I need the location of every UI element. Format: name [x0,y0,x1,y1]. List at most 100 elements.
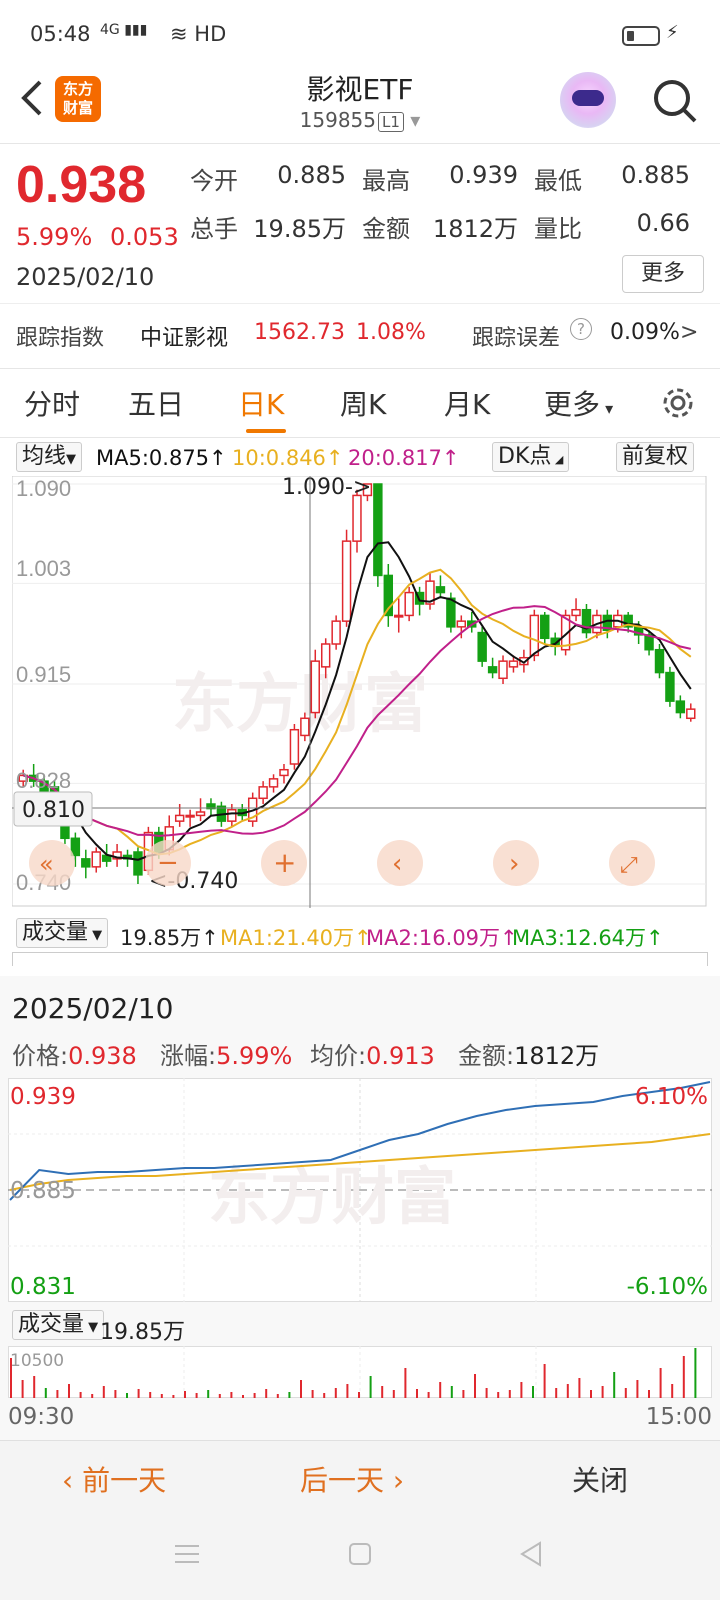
volume-bar [253,1393,256,1398]
status-bar: 05:48 4G ▮▮▮ ≋ HD ⚡ [0,0,720,60]
volume-bar [334,1388,337,1398]
search-icon[interactable] [652,78,698,124]
ratio-value: 0.66 [636,209,690,237]
volume-bar [184,1391,186,1398]
volume-bar [44,1388,47,1398]
volume-bar [230,1392,233,1398]
minus-icon: − [157,848,179,878]
day-detail-panel: 2025/02/10 价格:0.938 涨幅:5.99% 均价:0.913 金额… [0,976,720,1440]
tab-five-day[interactable]: 五日 [128,383,184,423]
more-button[interactable]: 更多 [622,255,704,293]
adjust-select[interactable]: 前复权 [616,442,695,472]
tab-daily-k[interactable]: 日K [238,383,284,423]
tracking-index-value: 1562.73 [254,320,345,345]
gear-icon[interactable] [660,385,696,421]
close-button[interactable]: 关闭 [572,1459,628,1499]
crosshair-label: 0.810 [22,798,85,823]
detail-price: 价格:0.938 [12,1042,137,1070]
intra-bot-right: -6.10% [627,1274,708,1300]
help-icon[interactable]: ? [570,318,592,340]
candle-body [289,728,300,765]
volume-select[interactable]: 成交量 ▼ [16,918,109,948]
volume-bar [392,1390,395,1398]
volume-bar [195,1393,198,1398]
candle-body [487,666,498,674]
volume-bar [381,1386,384,1398]
volume-bar [601,1386,604,1398]
volume-bar [114,1390,117,1398]
app-header: 东方 财富 影视ETF 159855 L1 ▾ [0,60,720,144]
vol-ma1: MA1:21.40万↑ [220,926,372,950]
candle-body [352,494,362,542]
tab-monthly-k[interactable]: 月K [444,383,490,423]
volume-bar [288,1392,291,1398]
active-tab-indicator [246,429,286,433]
watermark: 东方财富 [208,1160,456,1233]
tab-weekly-k[interactable]: 周K [340,383,386,423]
volume-bar [485,1388,488,1398]
candle-body [571,608,581,617]
volume-bar [242,1395,244,1398]
menu-icon[interactable] [172,1539,202,1569]
open-label: 今开 [190,167,238,195]
candle-body [373,483,383,577]
volume-bar [682,1356,685,1398]
tab-intraday[interactable]: 分时 [24,383,80,423]
amount-label: 金额 [362,215,410,243]
volume-bar [68,1384,70,1398]
status-time: 05:48 [30,22,91,46]
volume-bar [416,1389,418,1398]
volume-value-label: 19.85万↑ [120,926,219,950]
home-icon[interactable] [345,1539,375,1569]
candle-body [665,671,675,702]
tracking-row[interactable]: 跟踪指数 中证影视 1562.73 1.08% 跟踪误差 ? 0.09% > [0,303,720,359]
volume-bar [207,1390,210,1398]
volume-bar [590,1390,592,1398]
volume-bar [462,1390,465,1398]
intra-volume-select[interactable]: 成交量 ▼ [12,1310,105,1340]
volume-bar [91,1394,94,1398]
chevron-right-icon: > [680,320,699,345]
volume-bar [636,1380,639,1398]
candle-body [300,717,310,737]
volume-value: 19.85万 [253,215,346,243]
candle-body [279,768,289,777]
vol-ma3: MA3:12.64万↑ [512,926,664,950]
volume-bar [172,1395,175,1398]
chevron-left-icon: ‹ [392,849,402,879]
detail-date: 2025/02/10 [12,992,174,1025]
volume-bar [578,1378,581,1398]
ratio-label: 量比 [534,215,582,243]
signal-icon: 4G ▮▮▮ [100,22,148,38]
high-value: 0.939 [449,161,518,189]
plus-icon: + [273,846,296,879]
battery-icon [622,26,660,46]
intra-top-left: 0.939 [10,1084,76,1110]
volume-bar [613,1372,616,1398]
expand-icon: ⤢ [620,853,638,878]
candle-body [477,631,487,662]
quote-panel: 0.938 5.99% 0.053 2025/02/10 今开 0.885 最高… [0,145,720,363]
ma-select[interactable]: 均线▼ [16,442,83,472]
tracking-error-value: 0.09% [610,320,680,345]
candle-body [394,614,404,618]
volume-bar [56,1390,59,1398]
prev-day-button[interactable]: ‹ 前一天 [62,1459,166,1499]
dk-point-select[interactable]: DK点 ◢ [492,442,570,472]
next-day-button[interactable]: 后一天 › [300,1459,404,1499]
current-price: 0.938 [16,156,147,214]
candle-body [310,660,320,714]
candle-body [498,660,508,680]
tab-more[interactable]: 更多 ▾ [544,383,613,423]
assistant-robot-icon[interactable] [560,72,616,128]
candle-body [185,814,195,818]
detail-pct: 涨幅:5.99% [160,1042,293,1070]
wifi-hd-label: ≋ HD [170,22,227,46]
volume-bar [555,1388,558,1398]
back-icon[interactable] [516,1539,546,1569]
kline-chart[interactable]: 东方财富 1.090 1.003 0.915 0.828 0.740 1.090… [12,476,708,908]
ma20-value: 20:0.817↑ [348,446,460,470]
candle-body [435,586,446,594]
change-amount: 0.053 [110,223,179,251]
volume-bar [126,1393,128,1398]
